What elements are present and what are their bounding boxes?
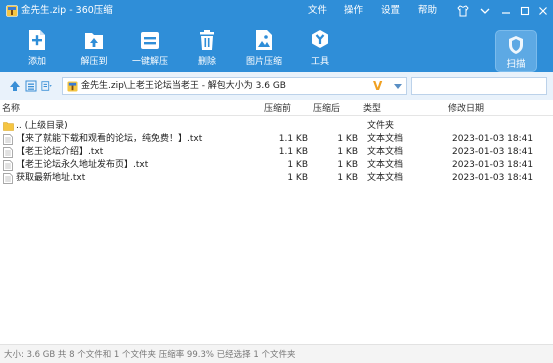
file-original-size: 1 KB (337, 173, 358, 183)
image-compress-button[interactable]: 图片压缩 (242, 26, 286, 70)
file-type: 文本文档 (367, 147, 404, 157)
list-item[interactable]: 【老王论坛介绍】.txt 1.1 KB 1 KB 文本文档 2023-01-03… (0, 146, 553, 159)
file-name: 【老王论坛介绍】.txt (16, 147, 104, 157)
file-modified: 2023-01-03 18:41 (452, 160, 534, 170)
menu-settings[interactable]: 设置 (381, 4, 400, 18)
close-icon[interactable] (535, 3, 551, 19)
tools-icon (312, 30, 328, 48)
address-dropdown-icon[interactable] (393, 83, 403, 91)
view-mode-icon[interactable] (41, 80, 53, 92)
window-title: 金先生.zip - 360压缩 (21, 5, 113, 16)
text-file-icon (3, 134, 13, 145)
extract-to-button[interactable]: 解压到 (72, 26, 116, 70)
column-name[interactable]: 名称 (2, 103, 20, 115)
file-compressed-size: 1 KB (287, 173, 308, 183)
address-path: 金先生.zip\上老王论坛当老王 - 解包大小为 3.6 GB (81, 81, 286, 91)
menu-help[interactable]: 帮助 (418, 4, 437, 18)
list-item[interactable]: .. (上级目录) 文件夹 (0, 120, 553, 133)
one-click-extract-icon (141, 32, 159, 49)
text-file-icon (3, 160, 13, 171)
list-item[interactable]: 获取最新地址.txt 1 KB 1 KB 文本文档 2023-01-03 18:… (0, 172, 553, 185)
list-item[interactable]: 【来了就能下载和观看的论坛，纯免费！】.txt 1.1 KB 1 KB 文本文档… (0, 133, 553, 146)
file-compressed-size: 1.1 KB (278, 134, 308, 144)
toolbar: 添加 解压到 一键解压 删除 图片压缩 工具 扫描 (0, 22, 553, 72)
up-arrow-icon[interactable] (9, 80, 21, 92)
file-compressed-size: 1 KB (287, 160, 308, 170)
zip-file-icon (67, 81, 78, 92)
file-name: 【老王论坛永久地址发布页】.txt (16, 160, 149, 170)
image-compress-icon (256, 30, 272, 50)
file-modified: 2023-01-03 18:41 (452, 147, 534, 157)
status-bar: 大小: 3.6 GB 共 8 个文件和 1 个文件夹 压缩率 99.3% 已经选… (0, 344, 553, 363)
scan-label: 扫描 (506, 59, 526, 70)
file-name: 【来了就能下载和观看的论坛，纯免费！】.txt (16, 134, 203, 144)
column-type[interactable]: 类型 (363, 103, 381, 115)
column-compressed[interactable]: 压缩前 (264, 103, 291, 115)
maximize-icon[interactable] (517, 3, 533, 19)
file-type: 文件夹 (367, 121, 395, 131)
folder-icon (3, 122, 14, 131)
delete-icon (200, 30, 214, 50)
file-name: .. (上级目录) (16, 121, 68, 131)
file-modified: 2023-01-03 18:41 (452, 173, 534, 183)
menu-file[interactable]: 文件 (308, 4, 327, 18)
add-label: 添加 (27, 57, 46, 67)
image-compress-label: 图片压缩 (245, 57, 282, 67)
title-bar: 金先生.zip - 360压缩 文件 操作 设置 帮助 (0, 0, 553, 22)
shield-scan-icon (509, 36, 523, 54)
skin-shirt-icon[interactable] (455, 3, 471, 19)
delete-button[interactable]: 删除 (185, 26, 229, 70)
file-type: 文本文档 (367, 134, 404, 144)
scan-button[interactable]: 扫描 (495, 30, 537, 72)
column-original[interactable]: 压缩后 (313, 103, 340, 115)
menu-operation[interactable]: 操作 (344, 4, 363, 18)
file-original-size: 1 KB (337, 147, 358, 157)
text-file-icon (3, 173, 13, 184)
file-compressed-size: 1.1 KB (278, 147, 308, 157)
column-modified[interactable]: 修改日期 (448, 103, 484, 115)
minimize-icon[interactable] (498, 3, 514, 19)
file-type: 文本文档 (367, 173, 404, 183)
file-list-header: 名称 压缩前 压缩后 类型 修改日期 (0, 102, 553, 116)
add-icon (29, 30, 45, 50)
address-field[interactable]: 金先生.zip\上老王论坛当老王 - 解包大小为 3.6 GB V (62, 77, 407, 95)
v-badge-icon[interactable]: V (373, 78, 382, 94)
file-modified: 2023-01-03 18:41 (452, 134, 534, 144)
file-type: 文本文档 (367, 160, 404, 170)
one-click-extract-label: 一键解压 (131, 57, 168, 67)
status-text: 大小: 3.6 GB 共 8 个文件和 1 个文件夹 压缩率 99.3% 已经选… (4, 350, 296, 360)
text-file-icon (3, 147, 13, 158)
tools-button[interactable]: 工具 (298, 26, 342, 70)
menu-dropdown-icon[interactable] (477, 3, 493, 19)
add-button[interactable]: 添加 (15, 26, 59, 70)
extract-to-icon (85, 33, 103, 49)
tools-label: 工具 (310, 57, 329, 67)
file-original-size: 1 KB (337, 160, 358, 170)
address-bar-row: 金先生.zip\上老王论坛当老王 - 解包大小为 3.6 GB V (0, 72, 553, 100)
search-input[interactable] (411, 77, 547, 95)
zip-app-icon (6, 5, 18, 17)
one-click-extract-button[interactable]: 一键解压 (128, 26, 172, 70)
file-original-size: 1 KB (337, 134, 358, 144)
file-name: 获取最新地址.txt (16, 173, 86, 183)
list-view-icon[interactable] (25, 80, 37, 92)
delete-label: 删除 (197, 57, 216, 67)
list-item[interactable]: 【老王论坛永久地址发布页】.txt 1 KB 1 KB 文本文档 2023-01… (0, 159, 553, 172)
extract-to-label: 解压到 (80, 57, 108, 67)
